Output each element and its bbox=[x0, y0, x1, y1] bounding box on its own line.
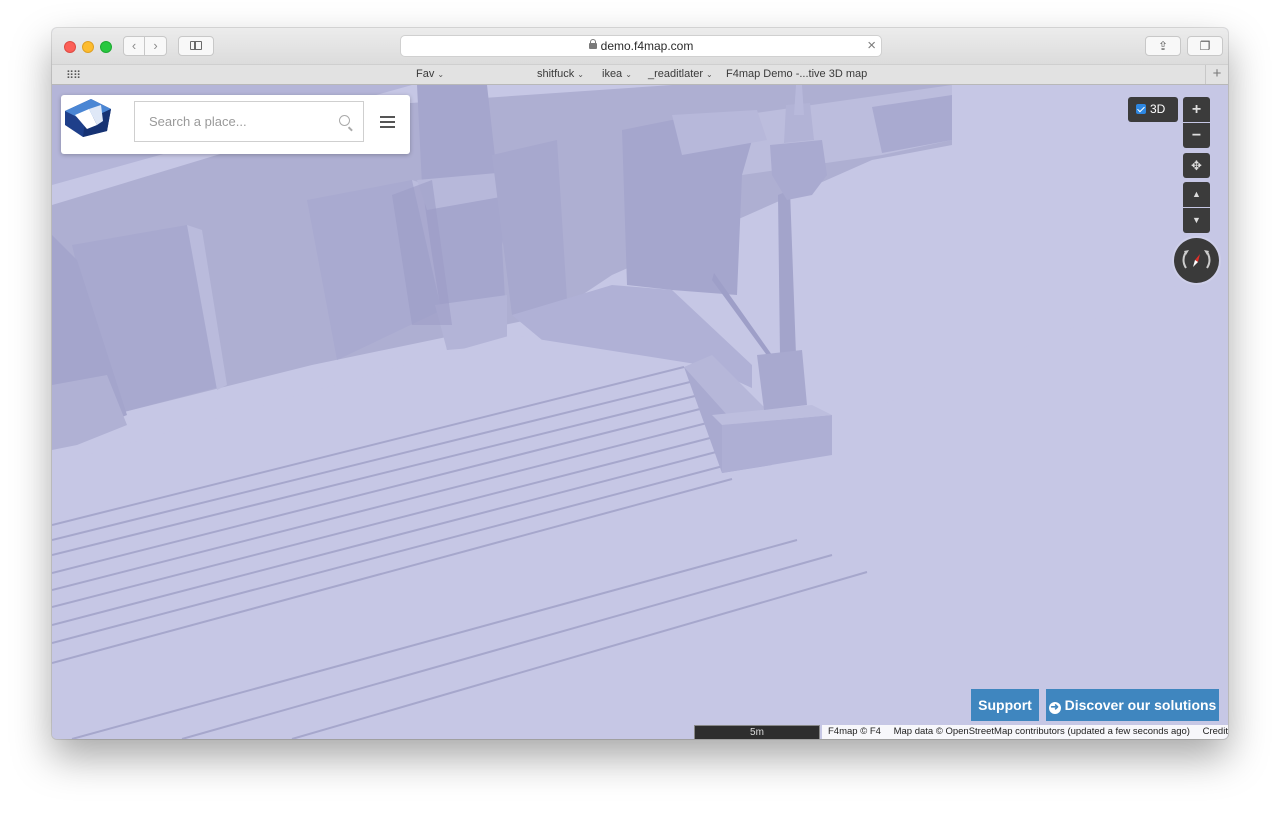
discover-label: Discover our solutions bbox=[1064, 697, 1217, 713]
sidebar-icon bbox=[190, 41, 202, 50]
chevron-down-icon: ⌄ bbox=[437, 70, 445, 79]
titlebar: ‹ › demo.f4map.com × ⇪ ❐ bbox=[52, 28, 1228, 64]
share-icon: ⇪ bbox=[1157, 39, 1169, 53]
triangle-up-icon: ▲ bbox=[1192, 189, 1201, 199]
browser-window: ‹ › demo.f4map.com × ⇪ ❐ ⠿⠿ Fav ⌄ shitfuc… bbox=[52, 28, 1228, 739]
forward-button[interactable]: › bbox=[145, 36, 167, 56]
lock-icon bbox=[588, 39, 597, 49]
tab-overview-button[interactable]: ❐ bbox=[1187, 36, 1223, 56]
apps-grid-icon[interactable]: ⠿⠿ bbox=[66, 69, 81, 82]
scale-bar: 5m bbox=[694, 725, 820, 739]
zoom-in-button[interactable]: + bbox=[1183, 97, 1210, 122]
support-button[interactable]: Support bbox=[971, 689, 1039, 721]
chevron-down-icon: ⌄ bbox=[706, 70, 713, 79]
crosshair-icon: ✥ bbox=[1191, 158, 1202, 173]
minimize-window-button[interactable] bbox=[82, 41, 94, 53]
discover-solutions-button[interactable]: ➜ Discover our solutions bbox=[1046, 689, 1219, 721]
attribution-bar: F4map © F4 Map data © OpenStreetMap cont… bbox=[822, 725, 1228, 739]
chevron-down-icon: ⌄ bbox=[577, 70, 584, 79]
back-button[interactable]: ‹ bbox=[123, 36, 145, 56]
address-bar[interactable]: demo.f4map.com × bbox=[400, 35, 882, 57]
search-icon[interactable] bbox=[339, 115, 350, 126]
checkbox-checked-icon[interactable] bbox=[1136, 104, 1146, 114]
share-button[interactable]: ⇪ bbox=[1145, 36, 1181, 56]
bookmark-f4map-demo[interactable]: F4map Demo -...tive 3D map bbox=[726, 68, 867, 80]
hamburger-menu-icon[interactable] bbox=[380, 116, 395, 128]
search-box[interactable] bbox=[134, 101, 364, 142]
close-window-button[interactable] bbox=[64, 41, 76, 53]
search-input[interactable] bbox=[135, 102, 339, 141]
compass-control[interactable] bbox=[1174, 238, 1219, 283]
fullscreen-window-button[interactable] bbox=[100, 41, 112, 53]
bookmark-folder-shitfuck[interactable]: shitfuck ⌄ bbox=[537, 68, 584, 80]
chevron-left-icon: ‹ bbox=[131, 38, 137, 53]
stop-loading-icon[interactable]: × bbox=[867, 36, 876, 56]
3d-scene bbox=[52, 85, 1228, 739]
lamp-post bbox=[778, 190, 796, 357]
bookmark-label: Fav bbox=[416, 68, 435, 80]
search-panel bbox=[61, 95, 410, 154]
toggle-3d-label: 3D bbox=[1150, 102, 1166, 116]
toggle-3d-button[interactable]: 3D bbox=[1128, 97, 1178, 122]
tilt-up-button[interactable]: ▲ bbox=[1183, 182, 1210, 207]
sidebar-toggle-button[interactable] bbox=[178, 36, 214, 56]
osm-credit[interactable]: Map data © OpenStreetMap contributors (u… bbox=[894, 726, 1190, 737]
map-canvas[interactable]: 3D + − ✥ ▲ ▼ Support ➜Discover our solut… bbox=[52, 85, 1228, 739]
new-tab-button[interactable]: + bbox=[1205, 65, 1228, 84]
compass-icon bbox=[1182, 250, 1211, 269]
bookmark-label: shitfuck bbox=[537, 68, 575, 80]
f4-credit[interactable]: F4map © F4 bbox=[828, 726, 881, 737]
f4map-logo[interactable] bbox=[61, 95, 113, 139]
bookmark-folder-ikea[interactable]: ikea ⌄ bbox=[602, 68, 632, 80]
chevron-right-icon: › bbox=[153, 38, 158, 53]
arrow-circle-right-icon: ➜ bbox=[1048, 702, 1061, 714]
bookmark-folder-fav[interactable]: Fav ⌄ bbox=[416, 68, 444, 80]
credits-link[interactable]: Credits bbox=[1203, 726, 1228, 737]
bookmark-label: ikea bbox=[602, 68, 623, 80]
triangle-down-icon: ▼ bbox=[1192, 215, 1201, 225]
bookmark-label: _readitlater bbox=[648, 68, 704, 80]
zoom-out-button[interactable]: − bbox=[1183, 123, 1210, 148]
tilt-down-button[interactable]: ▼ bbox=[1183, 208, 1210, 233]
geolocate-button[interactable]: ✥ bbox=[1183, 153, 1210, 178]
url-text: demo.f4map.com bbox=[600, 39, 694, 53]
chevron-down-icon: ⌄ bbox=[625, 70, 632, 79]
tabs-icon: ❐ bbox=[1199, 39, 1211, 53]
bookmark-folder-readitlater[interactable]: _readitlater ⌄ bbox=[648, 68, 713, 80]
bookmarks-bar: ⠿⠿ Fav ⌄ shitfuck ⌄ ikea ⌄ _readitlater ⌄ F4… bbox=[52, 64, 1228, 85]
